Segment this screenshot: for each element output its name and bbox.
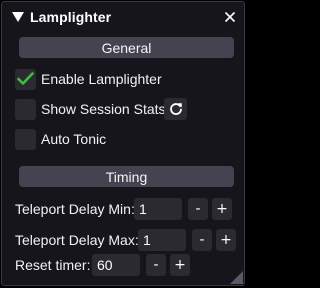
teleport-delay-max-input[interactable]: 1 bbox=[138, 229, 186, 251]
teleport-delay-min-increment-button[interactable]: + bbox=[212, 198, 232, 220]
triangle-down-icon[interactable] bbox=[10, 10, 25, 25]
reset-timer-input[interactable]: 60 bbox=[92, 254, 140, 276]
general-header-label: General bbox=[101, 39, 152, 56]
auto-tonic-checkbox[interactable] bbox=[15, 128, 36, 150]
enable-lamplighter-checkbox[interactable] bbox=[15, 68, 36, 90]
checkmark-icon bbox=[17, 72, 34, 85]
teleport-delay-max-decrement-button[interactable]: - bbox=[192, 229, 212, 251]
auto-tonic-label: Auto Tonic bbox=[41, 131, 107, 147]
enable-lamplighter-label: Enable Lamplighter bbox=[41, 71, 162, 87]
reset-timer-increment-button[interactable]: + bbox=[170, 254, 190, 276]
refresh-icon[interactable] bbox=[164, 98, 187, 120]
reset-timer-label: Reset timer: bbox=[15, 257, 91, 273]
close-icon[interactable] bbox=[222, 9, 238, 25]
lamplighter-window: Lamplighter General Enable Lamplighter S… bbox=[1, 1, 245, 286]
title-bar[interactable]: Lamplighter bbox=[2, 2, 244, 32]
teleport-delay-max-increment-button[interactable]: + bbox=[216, 229, 236, 251]
enable-lamplighter-row[interactable]: Enable Lamplighter bbox=[15, 68, 162, 90]
timing-section-header[interactable]: Timing bbox=[19, 166, 234, 187]
auto-tonic-row[interactable]: Auto Tonic bbox=[15, 128, 106, 150]
teleport-delay-max-label: Teleport Delay Max: bbox=[15, 232, 139, 248]
reset-timer-decrement-button[interactable]: - bbox=[146, 254, 166, 276]
general-section-header[interactable]: General bbox=[19, 37, 234, 58]
teleport-delay-min-label: Teleport Delay Min: bbox=[15, 201, 135, 217]
teleport-delay-min-decrement-button[interactable]: - bbox=[188, 198, 208, 220]
show-session-stats-label: Show Session Stats bbox=[41, 101, 166, 117]
show-session-stats-checkbox[interactable] bbox=[15, 98, 36, 120]
window-title: Lamplighter bbox=[30, 9, 112, 25]
show-session-stats-row[interactable]: Show Session Stats bbox=[15, 98, 166, 120]
resize-grip-icon[interactable] bbox=[230, 271, 243, 284]
teleport-delay-min-input[interactable]: 1 bbox=[134, 198, 182, 220]
timing-header-label: Timing bbox=[105, 168, 148, 185]
